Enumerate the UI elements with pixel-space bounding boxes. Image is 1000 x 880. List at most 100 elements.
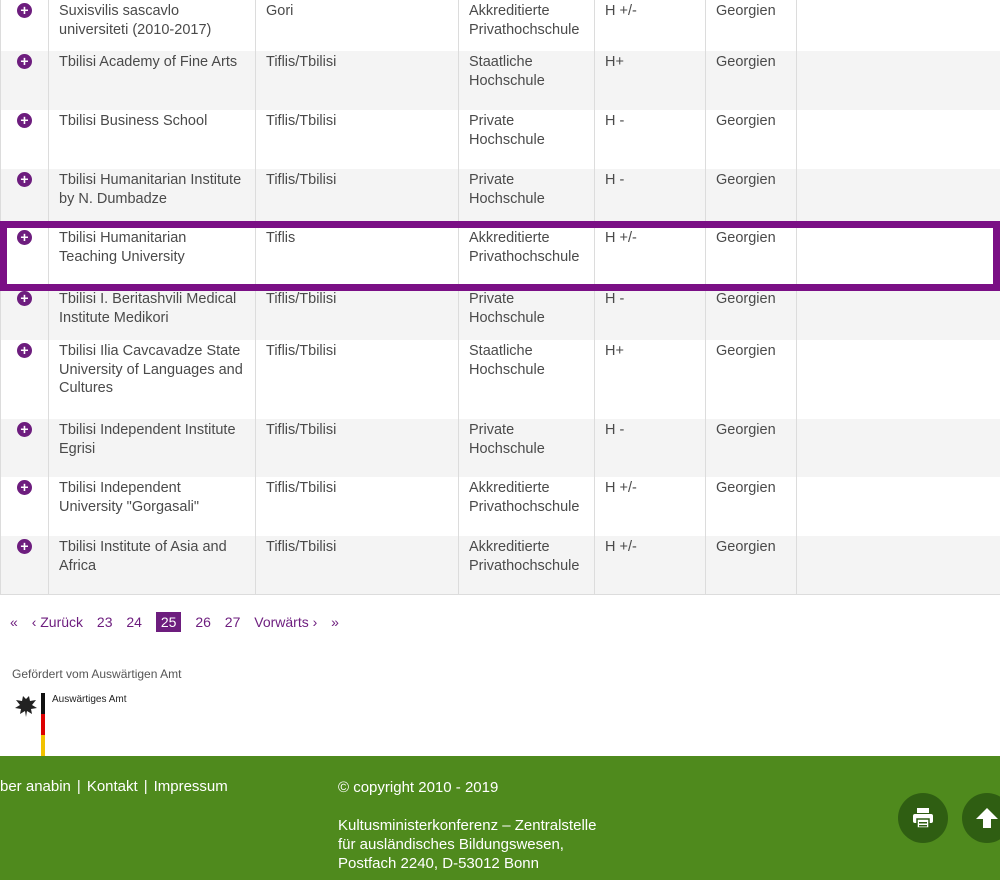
empty-cell: [796, 340, 1000, 419]
empty-cell: [796, 51, 1000, 110]
print-icon: [913, 808, 933, 829]
institution-status: H+: [594, 51, 706, 110]
institution-type: Private Hochschule: [458, 419, 595, 477]
expand-cell: +: [0, 477, 49, 536]
institution-status: H +/-: [594, 536, 706, 595]
footer-link-contact[interactable]: Kontakt: [87, 778, 138, 795]
institution-name[interactable]: Tbilisi Independent University "Gorgasal…: [48, 477, 256, 536]
empty-cell: [796, 227, 1000, 288]
pagination-page-23[interactable]: 23: [97, 612, 113, 632]
expand-cell: +: [0, 419, 49, 477]
pagination-prev[interactable]: ‹ Zurück: [32, 612, 83, 632]
plus-circle-icon[interactable]: +: [17, 422, 32, 437]
institution-country: Georgien: [705, 477, 797, 536]
institution-type: Staatliche Hochschule: [458, 51, 595, 110]
institution-name[interactable]: Tbilisi I. Beritashvili Medical Institut…: [48, 288, 256, 340]
expand-cell: +: [0, 110, 49, 169]
pagination-page-27[interactable]: 27: [225, 612, 241, 632]
institution-status: H +/-: [594, 0, 706, 51]
expand-cell: +: [0, 536, 49, 595]
table-row: + Tbilisi Business School Tiflis/Tbilisi Pr…: [0, 110, 1000, 169]
empty-cell: [796, 110, 1000, 169]
pagination-page-24[interactable]: 24: [126, 612, 142, 632]
plus-circle-icon[interactable]: +: [17, 113, 32, 128]
institution-status: H -: [594, 169, 706, 227]
expand-cell: +: [0, 227, 49, 288]
institution-name[interactable]: Tbilisi Independent Institute Egrisi: [48, 419, 256, 477]
results-table: + Suxisvilis sascavlo universiteti (2010-…: [0, 0, 1000, 595]
institution-status: H -: [594, 110, 706, 169]
footer-links: ber anabin | Kontakt | Impressum: [0, 778, 228, 795]
plus-circle-icon[interactable]: +: [17, 54, 32, 69]
institution-type: Staatliche Hochschule: [458, 340, 595, 419]
institution-name[interactable]: Tbilisi Academy of Fine Arts: [48, 51, 256, 110]
plus-circle-icon[interactable]: +: [17, 230, 32, 245]
institution-name[interactable]: Tbilisi Business School: [48, 110, 256, 169]
results-table-body: + Suxisvilis sascavlo universiteti (2010-…: [0, 0, 1000, 595]
plus-circle-icon[interactable]: +: [17, 172, 32, 187]
table-row: + Tbilisi Ilia Cavcavadze State Universit…: [0, 340, 1000, 419]
copyright-text: © copyright 2010 - 2019: [338, 779, 499, 796]
institution-country: Georgien: [705, 340, 797, 419]
institution-type: Private Hochschule: [458, 169, 595, 227]
pagination-first[interactable]: «: [10, 612, 18, 632]
logo-text: Auswärtiges Amt: [52, 694, 127, 705]
plus-circle-icon[interactable]: +: [17, 343, 32, 358]
institution-name[interactable]: Tbilisi Institute of Asia and Africa: [48, 536, 256, 595]
table-row: + Tbilisi Humanitarian Institute by N. Du…: [0, 169, 1000, 227]
footer-link-about[interactable]: ber anabin: [0, 778, 71, 795]
pagination-next[interactable]: Vorwärts ›: [254, 612, 317, 632]
scroll-to-top-button[interactable]: [962, 793, 1000, 843]
institution-country: Georgien: [705, 227, 797, 288]
institution-status: H +/-: [594, 477, 706, 536]
institution-country: Georgien: [705, 51, 797, 110]
institution-status: H +/-: [594, 227, 706, 288]
plus-circle-icon[interactable]: +: [17, 3, 32, 18]
expand-cell: +: [0, 169, 49, 227]
empty-cell: [796, 419, 1000, 477]
institution-status: H+: [594, 340, 706, 419]
address-line-1: Kultusministerkonferenz – Zentralstelle: [338, 817, 597, 834]
institution-country: Georgien: [705, 536, 797, 595]
institution-status: H -: [594, 288, 706, 340]
institution-name[interactable]: Tbilisi Ilia Cavcavadze State University…: [48, 340, 256, 419]
institution-city: Tiflis/Tbilisi: [255, 169, 459, 227]
institution-country: Georgien: [705, 0, 797, 51]
expand-cell: +: [0, 0, 49, 51]
institution-status: H -: [594, 419, 706, 477]
institution-name[interactable]: Tbilisi Humanitarian Institute by N. Dum…: [48, 169, 256, 227]
expand-cell: +: [0, 51, 49, 110]
table-row: + Tbilisi Institute of Asia and Africa Tif…: [0, 536, 1000, 595]
plus-circle-icon[interactable]: +: [17, 291, 32, 306]
funding-note: Gefördert vom Auswärtigen Amt: [12, 667, 182, 681]
print-button[interactable]: [898, 793, 948, 843]
institution-city: Tiflis/Tbilisi: [255, 288, 459, 340]
auswaertiges-amt-logo[interactable]: Auswärtiges Amt: [10, 693, 160, 756]
footer-separator: |: [143, 778, 148, 795]
footer-copyright-block: © copyright 2010 - 2019 Kultusministerko…: [338, 778, 596, 873]
institution-name[interactable]: Tbilisi Humanitarian Teaching University: [48, 227, 256, 288]
institution-country: Georgien: [705, 169, 797, 227]
eagle-icon: Auswärtiges Amt: [15, 693, 127, 756]
empty-cell: [796, 288, 1000, 340]
pagination-page-26[interactable]: 26: [195, 612, 211, 632]
institution-type: Akkreditierte Privathochschule: [458, 0, 595, 51]
table-row: + Tbilisi I. Beritashvili Medical Institu…: [0, 288, 1000, 340]
pagination-current-page[interactable]: 25: [155, 612, 182, 632]
institution-name[interactable]: Suxisvilis sascavlo universiteti (2010-2…: [48, 0, 256, 51]
table-row: + Tbilisi Academy of Fine Arts Tiflis/Tbil…: [0, 51, 1000, 110]
footer-link-imprint[interactable]: Impressum: [154, 778, 228, 795]
pagination-last[interactable]: »: [331, 612, 339, 632]
expand-cell: +: [0, 340, 49, 419]
institution-country: Georgien: [705, 419, 797, 477]
table-row: + Suxisvilis sascavlo universiteti (2010-…: [0, 0, 1000, 51]
institution-city: Gori: [255, 0, 459, 51]
institution-city: Tiflis: [255, 227, 459, 288]
plus-circle-icon[interactable]: +: [17, 480, 32, 495]
table-row: + Tbilisi Independent University "Gorgasa…: [0, 477, 1000, 536]
plus-circle-icon[interactable]: +: [17, 539, 32, 554]
institution-type: Private Hochschule: [458, 288, 595, 340]
empty-cell: [796, 169, 1000, 227]
institution-type: Akkreditierte Privathochschule: [458, 227, 595, 288]
empty-cell: [796, 477, 1000, 536]
